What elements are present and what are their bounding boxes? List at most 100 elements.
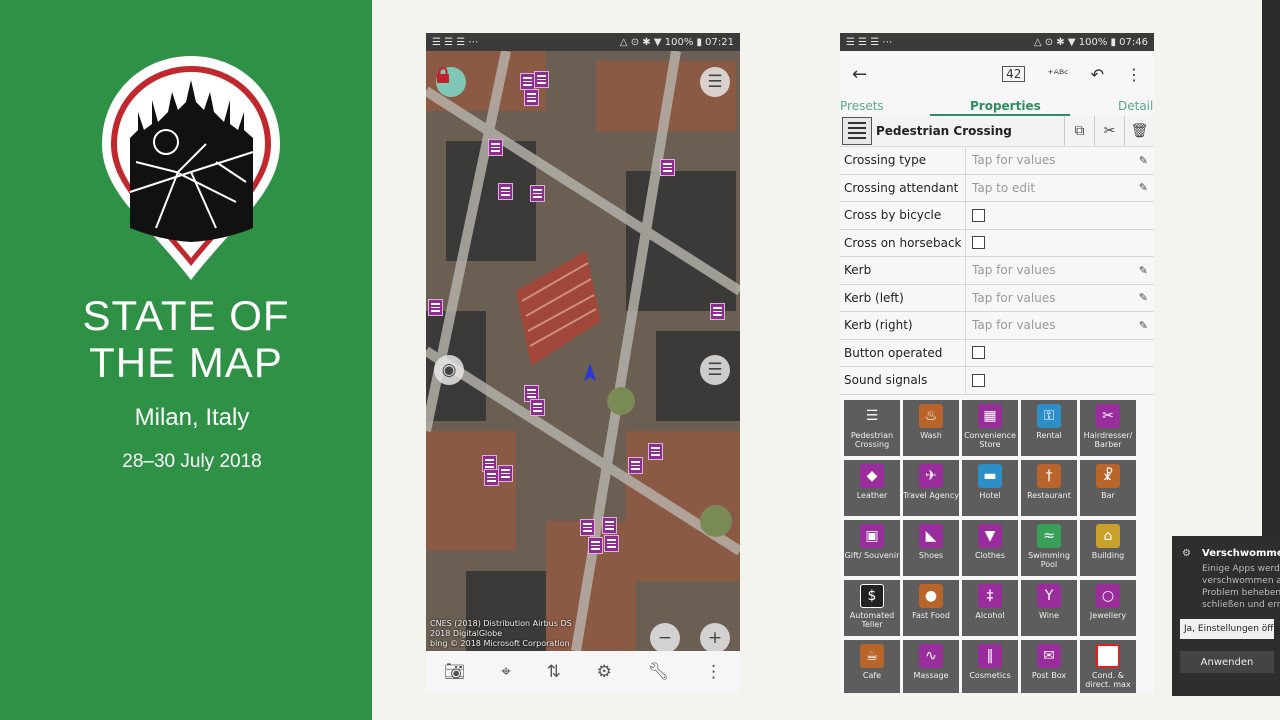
preferences-icon[interactable]: ⚙ — [597, 662, 612, 682]
poi-marker[interactable] — [710, 303, 725, 320]
preset-tile[interactable]: ‡ Alcohol — [962, 580, 1018, 636]
property-value-field[interactable]: Tap to edit ✎ — [966, 175, 1154, 202]
preset-tile[interactable]: ✉ Post Box — [1021, 640, 1077, 693]
preset-tile[interactable]: $ Automated Teller — [844, 580, 900, 636]
edit-pencil-icon[interactable]: ✎ — [1139, 154, 1148, 167]
edit-pencil-icon[interactable]: ✎ — [1139, 319, 1148, 332]
notification-option-select[interactable]: Ja, Einstellungen öffn — [1180, 619, 1279, 639]
poi-marker[interactable] — [648, 443, 663, 460]
edit-pencil-icon[interactable]: ✎ — [1139, 181, 1148, 194]
preset-tile[interactable]: ☰ Pedestrian Crossing — [844, 400, 900, 456]
preset-tile[interactable]: ▬ Hotel — [962, 460, 1018, 516]
poi-marker[interactable] — [530, 399, 545, 416]
preset-tile[interactable]: 60 Cond. & direct. max — [1080, 640, 1136, 693]
apply-button[interactable]: Anwenden — [1180, 651, 1274, 673]
camera-icon[interactable]: 📷︎ — [444, 662, 466, 682]
transfer-icon[interactable]: ⇅ — [547, 662, 561, 682]
preset-label: Fast Food — [912, 611, 950, 620]
zoom-in-button[interactable]: + — [700, 623, 730, 651]
preset-icon[interactable] — [842, 116, 872, 145]
checkbox[interactable] — [972, 346, 985, 360]
preset-tile[interactable]: ○ Jewellery — [1080, 580, 1136, 636]
aerial-map[interactable]: ☰ ☰ ◉ − + CNES (2018) Distribution Airbu… — [426, 51, 740, 651]
preset-tile[interactable]: ◣ Shoes — [903, 520, 959, 576]
cut-icon[interactable]: ✂ — [1094, 115, 1124, 146]
poi-marker[interactable] — [484, 469, 499, 486]
preset-tile[interactable]: ▣ Gift/ Souvenir — [844, 520, 900, 576]
checkbox[interactable] — [972, 208, 985, 222]
poi-marker[interactable] — [602, 517, 617, 534]
poi-marker[interactable] — [604, 535, 619, 552]
preset-tile[interactable]: ⌂ Building — [1080, 520, 1136, 576]
poi-marker[interactable] — [660, 159, 675, 176]
zoom-out-button[interactable]: − — [650, 623, 680, 651]
tab-details[interactable]: Details — [1118, 99, 1154, 113]
property-value-field[interactable]: Tap for values ✎ — [966, 312, 1154, 339]
preset-tile[interactable]: ♨ Wash — [903, 400, 959, 456]
follow-gps-button[interactable]: ◉ — [434, 355, 464, 385]
preset-tile[interactable]: ◆ Leather — [844, 460, 900, 516]
property-key: Crossing type — [840, 147, 966, 174]
copy-icon[interactable]: ⧉ — [1064, 115, 1094, 146]
preset-tile[interactable]: ● Fast Food — [903, 580, 959, 636]
delete-icon[interactable]: 🗑︎ — [1124, 115, 1154, 146]
poi-marker[interactable] — [524, 89, 539, 106]
preset-label: Rental — [1036, 431, 1062, 440]
preset-icon: ▣ — [860, 524, 884, 548]
preset-tile[interactable]: † Restaurant — [1021, 460, 1077, 516]
preset-icon: ✈ — [919, 464, 943, 488]
preset-tile[interactable]: ⚿ Rental — [1021, 400, 1077, 456]
preset-icon: ✉ — [1037, 644, 1061, 668]
poi-marker[interactable] — [588, 537, 603, 554]
add-tag-icon[interactable]: ⁺ᴬᴮᶜ — [1047, 67, 1068, 81]
tools-icon[interactable]: 🔧︎ — [648, 662, 670, 682]
edit-pencil-icon[interactable]: ✎ — [1139, 291, 1148, 304]
back-arrow-icon[interactable]: ← — [852, 64, 980, 85]
tab-properties[interactable]: Properties — [970, 99, 1041, 113]
preset-tile[interactable]: ☧ Bar — [1080, 460, 1136, 516]
poi-marker[interactable] — [534, 71, 549, 88]
preset-tile[interactable]: ▦ Convenience Store — [962, 400, 1018, 456]
preset-tile[interactable]: ‖ Cosmetics — [962, 640, 1018, 693]
poi-marker[interactable] — [428, 299, 443, 316]
property-value-field[interactable]: Tap for values ✎ — [966, 285, 1154, 312]
poi-marker[interactable] — [580, 519, 595, 536]
poi-marker[interactable] — [628, 457, 643, 474]
preset-tile[interactable]: Y Wine — [1021, 580, 1077, 636]
preset-icon: ▬ — [978, 464, 1002, 488]
tag-count-badge[interactable]: 42 — [1002, 66, 1026, 82]
property-key: Crossing attendant — [840, 174, 966, 201]
side-menu-button[interactable]: ☰ — [700, 355, 730, 385]
preset-tile[interactable]: ✂ Hairdresser/ Barber — [1080, 400, 1136, 456]
undo-icon[interactable]: ↶ — [1091, 65, 1104, 84]
poi-marker[interactable] — [498, 183, 513, 200]
preset-icon: ✂ — [1096, 404, 1120, 428]
lock-button[interactable] — [436, 67, 466, 97]
checkbox[interactable] — [972, 236, 985, 250]
property-value-field[interactable]: Tap for values ✎ — [966, 257, 1154, 284]
system-notification: ⚙ Verschwommen a Einige Apps werd versch… — [1172, 536, 1280, 696]
preset-tile[interactable]: ☕ Cafe — [844, 640, 900, 693]
preset-tile[interactable]: ✈ Travel Agency — [903, 460, 959, 516]
preset-label: Clothes — [975, 551, 1005, 560]
poi-marker[interactable] — [530, 185, 545, 202]
lock-icon — [437, 67, 449, 83]
poi-marker[interactable] — [498, 465, 513, 482]
preset-tile[interactable]: ∿ Massage — [903, 640, 959, 693]
layers-menu-button[interactable]: ☰ — [700, 67, 730, 97]
gps-icon[interactable]: ⌖ — [501, 662, 511, 682]
preset-tile[interactable]: ▼ Clothes — [962, 520, 1018, 576]
property-key: Sound signals — [840, 367, 966, 394]
property-value: Tap for values — [972, 318, 1056, 333]
poi-marker[interactable] — [520, 73, 535, 90]
poi-marker[interactable] — [488, 139, 503, 156]
overflow-menu-icon[interactable]: ⋮ — [1126, 65, 1142, 84]
preset-tile[interactable]: ≈ Swimming Pool — [1021, 520, 1077, 576]
edit-pencil-icon[interactable]: ✎ — [1139, 264, 1148, 277]
property-value-field[interactable]: Tap for values ✎ — [966, 147, 1154, 174]
checkbox[interactable] — [972, 373, 985, 387]
tab-presets[interactable]: Presets — [840, 99, 884, 113]
background-edge — [1262, 0, 1280, 540]
overflow-menu-icon[interactable]: ⋮ — [705, 662, 722, 682]
preset-icon: ☕ — [860, 644, 884, 668]
